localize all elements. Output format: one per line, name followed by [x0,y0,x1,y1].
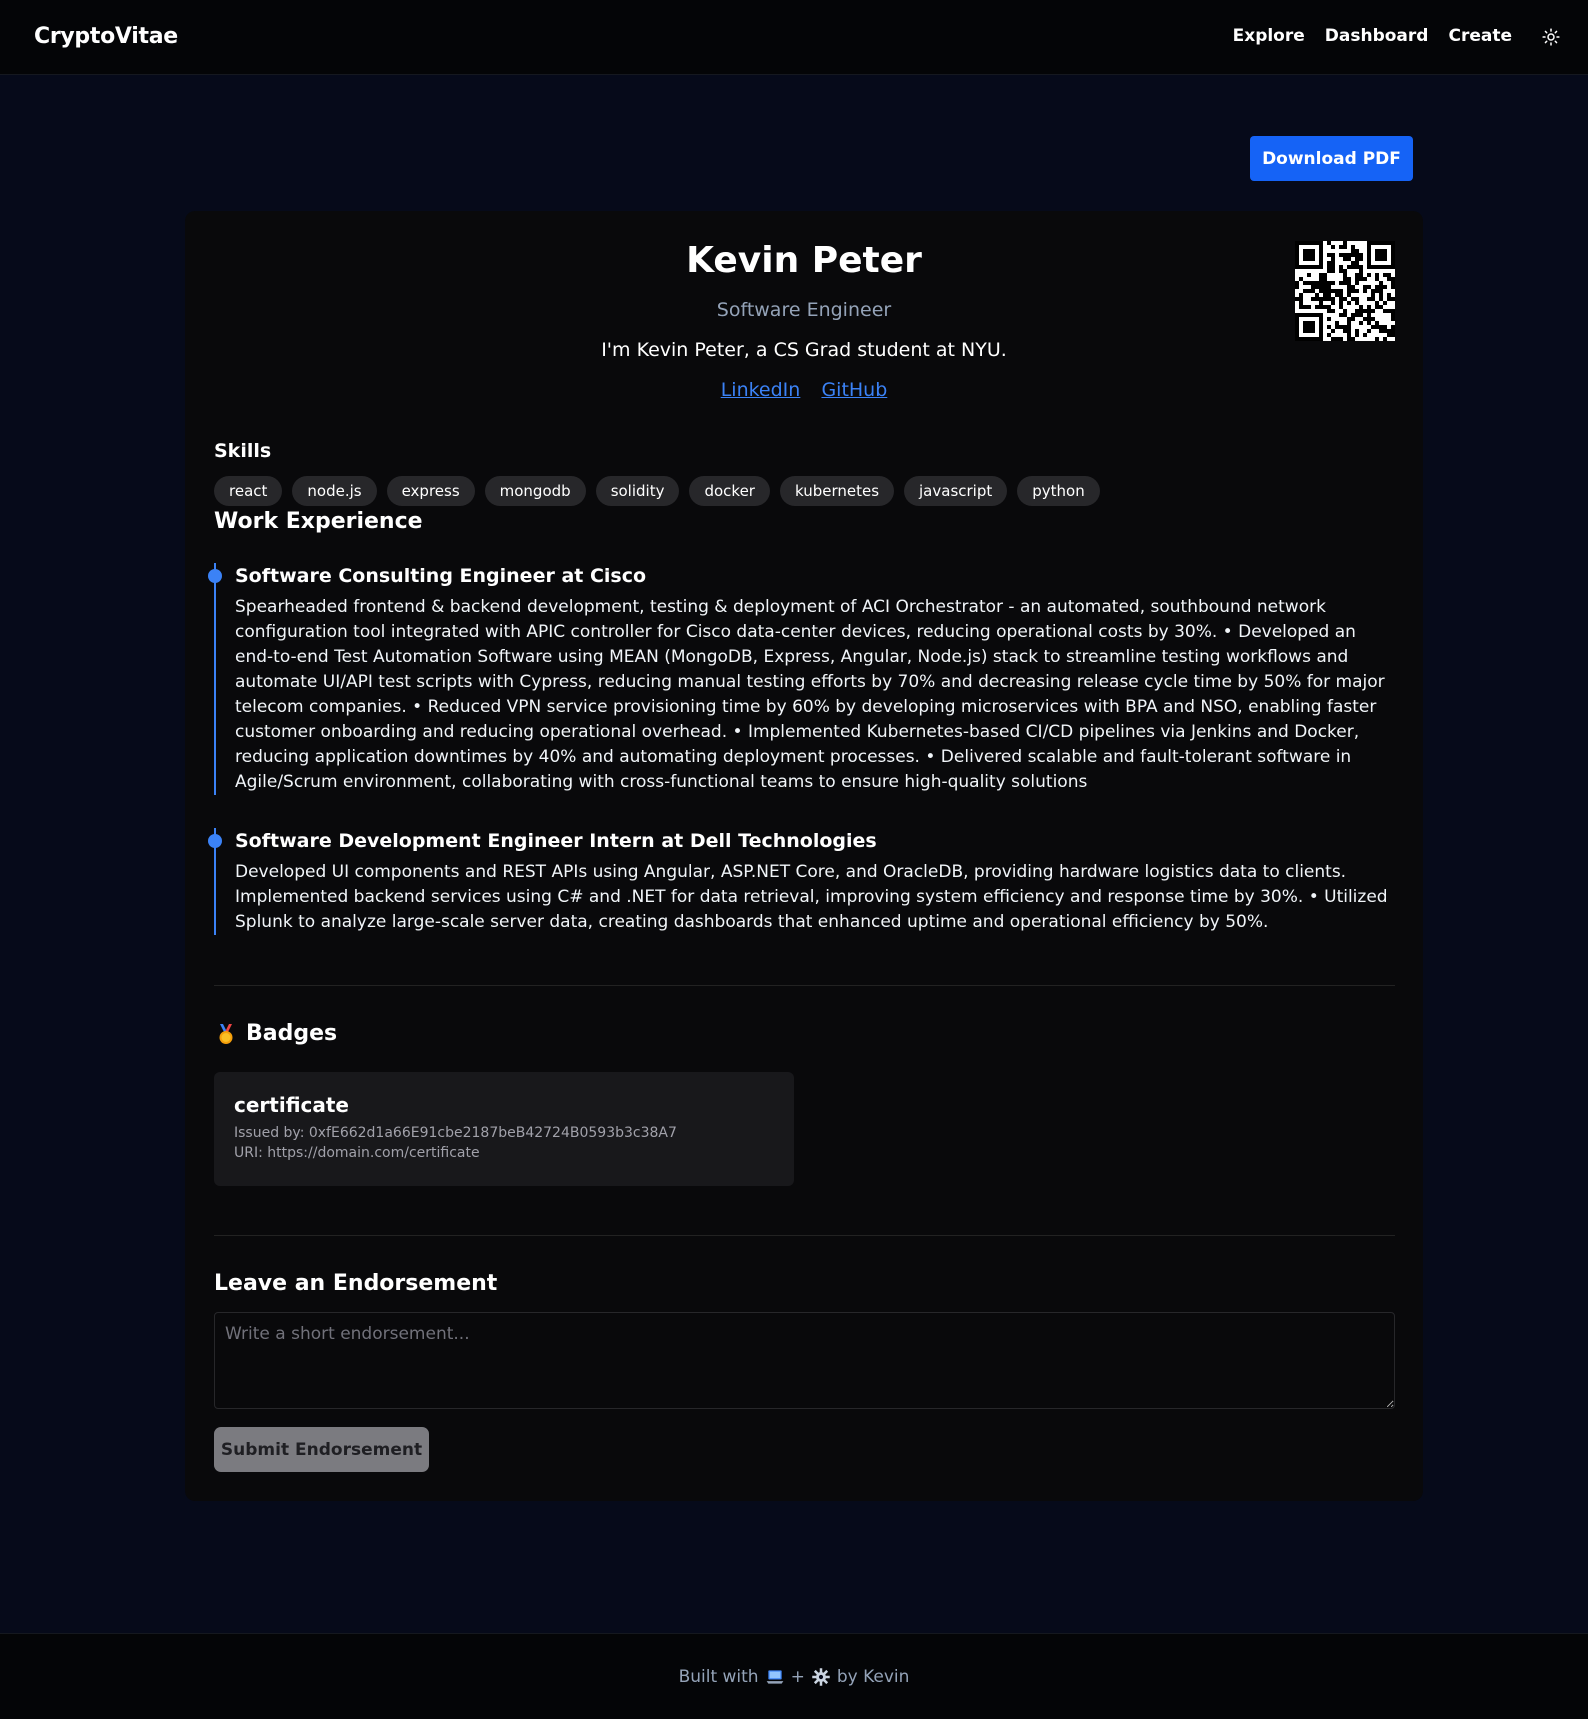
main-nav: Explore Dashboard Create [1233,26,1512,46]
endorsement-heading: Leave an Endorsement [214,1271,498,1296]
badge-meta: Issued by: 0xfE662d1a66E91cbe2187beB4272… [234,1123,774,1163]
timeline-dot [208,569,222,583]
linkedin-link[interactable]: LinkedIn [721,379,801,401]
skill-chip: react [214,476,283,506]
medal-icon [219,1023,233,1044]
skill-chip: express [386,476,475,506]
skill-chip: solidity [595,476,680,506]
job-title: Software Development Engineer Intern at … [235,830,877,852]
laptop-icon [766,1669,783,1684]
badges-heading-text: Badges [246,1021,338,1046]
badge-uri: URI: https://domain.com/certificate [234,1145,480,1161]
job-description: Spearheaded frontend & backend developme… [235,597,1385,792]
qr-code [1295,241,1395,341]
footer: Built with + by Kevin [0,1633,1588,1719]
profile-title: Software Engineer [716,299,892,321]
skill-chip: docker [689,476,770,506]
badge-card: certificate Issued by: 0xfE662d1a66E91cb… [214,1072,794,1186]
badges-heading: Badges [214,1021,337,1046]
work-experience-item: Software Consulting Engineer at Cisco Sp… [208,563,1394,795]
nav-dashboard-link[interactable]: Dashboard [1325,26,1429,46]
nav-explore-link[interactable]: Explore [1233,26,1305,46]
skill-chip: node.js [292,476,377,506]
nav-create-link[interactable]: Create [1448,26,1512,46]
theme-toggle-button[interactable] [1540,26,1562,48]
endorsement-input[interactable] [214,1312,1395,1409]
section-divider [214,1235,1395,1236]
skill-chip: python [1017,476,1100,506]
footer-prefix: Built with [678,1666,759,1687]
section-divider [214,985,1395,986]
badge-issuer: Issued by: 0xfE662d1a66E91cbe2187beB4272… [234,1125,677,1141]
timeline-dot [208,834,222,848]
gear-icon [812,1667,830,1686]
sun-icon [1542,28,1560,46]
work-experience-item: Software Development Engineer Intern at … [208,828,1394,935]
footer-plus: + [790,1666,805,1687]
resume-card: Kevin Peter Software Engineer I'm Kevin … [185,211,1423,1501]
profile-links: LinkedIn GitHub [185,379,1423,401]
skills-list: react node.js express mongodb solidity d… [214,476,1100,506]
job-description: Developed UI components and REST APIs us… [235,862,1388,932]
download-pdf-button[interactable]: Download PDF [1250,136,1413,181]
skill-chip: javascript [904,476,1008,506]
top-navbar: CryptoVitae Explore Dashboard Create [0,0,1588,75]
skills-heading: Skills [214,440,272,462]
github-link[interactable]: GitHub [821,379,887,401]
job-title: Software Consulting Engineer at Cisco [235,565,647,587]
profile-bio: I'm Kevin Peter, a CS Grad student at NY… [601,339,1007,361]
skill-chip: mongodb [484,476,586,506]
submit-endorsement-button[interactable]: Submit Endorsement [214,1427,429,1472]
brand-logo[interactable]: CryptoVitae [34,24,178,49]
skill-chip: kubernetes [779,476,895,506]
footer-suffix: by Kevin [836,1666,910,1687]
badge-name: certificate [234,1093,349,1117]
work-experience-heading: Work Experience [214,509,423,534]
profile-name: Kevin Peter [686,240,922,281]
